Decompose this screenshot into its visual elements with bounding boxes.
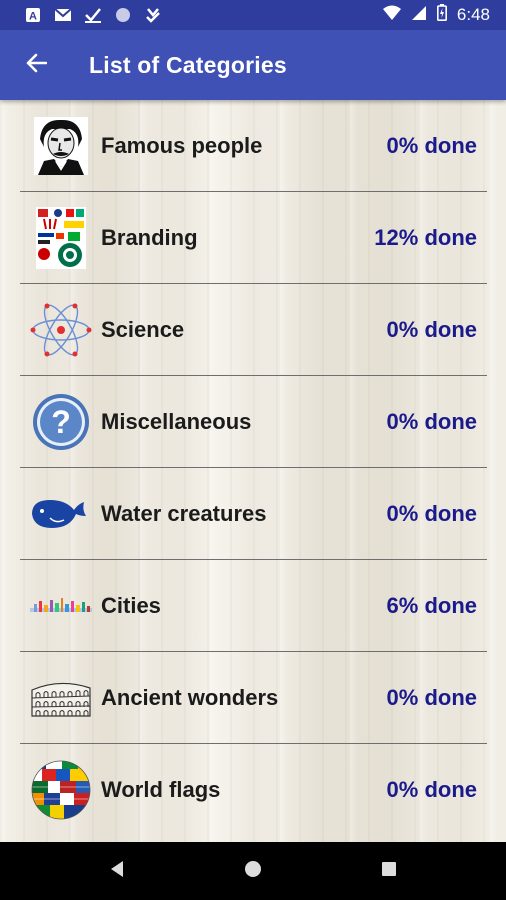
category-list-container: Famous people 0% done Branding 12% done …	[0, 100, 506, 842]
category-row-cities[interactable]: Cities 6% done	[20, 560, 487, 652]
category-row-world-flags[interactable]: World flags 0% done	[20, 744, 487, 835]
battery-icon	[436, 4, 447, 26]
category-row-ancient-wonders[interactable]: Ancient wonders 0% done	[20, 652, 487, 744]
category-label: Branding	[101, 224, 198, 250]
page-title: List of Categories	[89, 51, 287, 78]
atom-icon	[30, 299, 92, 361]
category-label: World flags	[101, 776, 221, 802]
back-button[interactable]	[16, 45, 56, 85]
category-progress: 0% done	[386, 684, 477, 710]
svg-text:?: ?	[51, 404, 71, 440]
nav-recents-button[interactable]	[339, 842, 439, 900]
category-row-famous-people[interactable]: Famous people 0% done	[20, 100, 487, 192]
arrow-left-icon	[25, 52, 48, 79]
system-nav-bar	[0, 842, 506, 900]
circle-icon	[114, 6, 132, 24]
signal-icon	[411, 5, 427, 26]
app-bar: List of Categories	[0, 30, 506, 100]
category-progress: 0% done	[386, 408, 477, 434]
home-circle-icon	[243, 859, 263, 884]
category-row-science[interactable]: Science 0% done	[20, 284, 487, 376]
back-triangle-icon	[108, 859, 126, 884]
category-list: Famous people 0% done Branding 12% done …	[20, 100, 487, 835]
wifi-icon	[382, 5, 401, 26]
a-notification-icon: A	[24, 6, 42, 24]
category-label: Miscellaneous	[101, 408, 252, 434]
whale-icon	[30, 483, 92, 545]
portrait-icon	[30, 115, 92, 177]
category-label: Cities	[101, 592, 161, 618]
check-icon	[84, 6, 102, 24]
clock: 6:48	[456, 5, 490, 24]
question-mark-icon: ?	[30, 391, 92, 453]
category-progress: 0% done	[386, 500, 477, 526]
download-done-icon	[144, 6, 162, 24]
category-label: Ancient wonders	[101, 684, 279, 710]
recents-square-icon	[380, 860, 398, 883]
category-label: Science	[101, 316, 185, 342]
category-progress: 12% done	[374, 224, 477, 250]
svg-text:A: A	[29, 11, 37, 23]
category-progress: 6% done	[386, 592, 477, 618]
logos-collage-icon	[30, 206, 92, 269]
flags-globe-icon	[30, 759, 92, 821]
skyline-icon	[30, 575, 92, 637]
category-progress: 0% done	[386, 316, 477, 342]
category-row-miscellaneous[interactable]: ? Miscellaneous 0% done	[20, 376, 487, 468]
colosseum-icon	[30, 667, 92, 729]
category-label: Famous people	[101, 132, 263, 158]
category-progress: 0% done	[386, 776, 477, 802]
category-label: Water creatures	[101, 500, 267, 526]
nav-back-button[interactable]	[67, 842, 167, 900]
status-bar: A 6:48	[0, 0, 506, 30]
category-progress: 0% done	[386, 132, 477, 158]
category-row-water-creatures[interactable]: Water creatures 0% done	[20, 468, 487, 560]
mail-icon	[54, 6, 72, 24]
nav-home-button[interactable]	[203, 842, 303, 900]
category-row-branding[interactable]: Branding 12% done	[20, 192, 487, 284]
